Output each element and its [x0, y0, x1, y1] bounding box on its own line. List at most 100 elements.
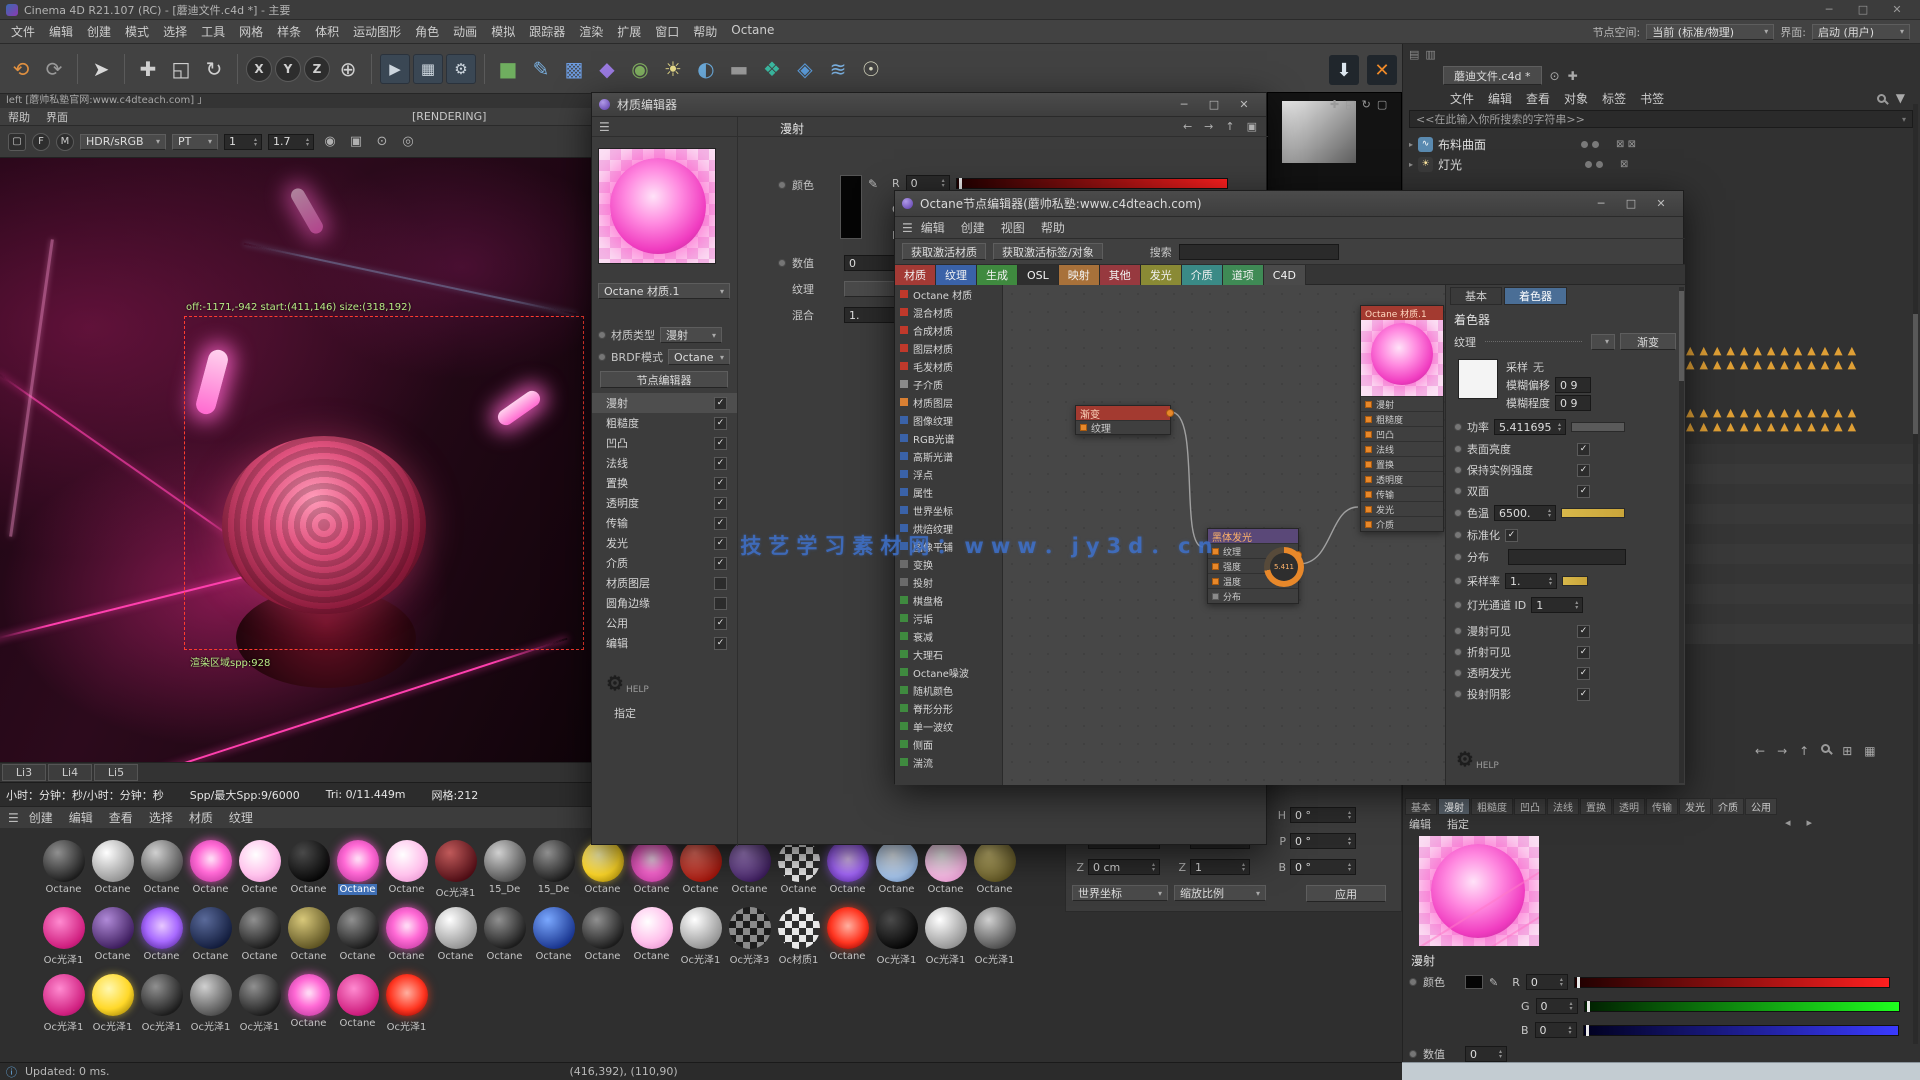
keyframe-triangle-icon[interactable]: ▲ [1794, 360, 1802, 370]
node-type-世界坐标[interactable]: 世界坐标 [895, 501, 1002, 519]
apply-button[interactable]: 应用 [1306, 885, 1386, 902]
node-category-道项[interactable]: 道项 [1223, 265, 1264, 285]
keyframe-triangle-icon[interactable]: ▲ [1780, 360, 1788, 370]
material-tile-Octane[interactable]: Octane [579, 907, 626, 966]
grid-icon[interactable]: ▦ [1864, 744, 1875, 758]
document-tab[interactable]: 蘑迪文件.c4d * [1443, 66, 1542, 85]
node-category-介质[interactable]: 介质 [1182, 265, 1223, 285]
keyframe-triangle-icon[interactable]: ▲ [1780, 422, 1788, 432]
light-icon[interactable]: ☀ [658, 52, 688, 86]
coord-pos-Z-field[interactable]: 0 cm [1088, 859, 1160, 875]
viewport-menu-help[interactable]: 帮助 [0, 109, 38, 125]
material-pin-粗糙度[interactable]: 粗糙度 [1361, 411, 1443, 426]
object-tag-icon[interactable]: ⊠ ⊠ [1616, 139, 1636, 150]
material-tile-Octane[interactable]: Octane [40, 840, 87, 899]
keyframe-triangle-icon[interactable]: ▲ [1794, 408, 1802, 418]
material-tile-Octane[interactable]: Octane [677, 840, 724, 899]
material-tile-Octane[interactable]: Octane [726, 840, 773, 899]
menu-item-工具[interactable]: 工具 [194, 23, 232, 40]
channel-checkbox[interactable] [714, 417, 727, 430]
live-selection-icon[interactable]: ➤ [86, 52, 116, 86]
channel-checkbox[interactable] [714, 457, 727, 470]
render-dot[interactable] [1596, 161, 1603, 168]
eyedropper-icon[interactable] [1489, 976, 1498, 989]
keyframe-triangle-icon[interactable]: ▲ [1740, 346, 1748, 356]
temperature-slider[interactable] [1561, 508, 1625, 518]
node-type-合成材质[interactable]: 合成材质 [895, 321, 1002, 339]
material-channel-介质[interactable]: 介质 [592, 553, 737, 573]
menu-item-体积[interactable]: 体积 [308, 23, 346, 40]
viewport-layer-tab-Li5[interactable]: Li5 [94, 764, 138, 781]
material-sphere[interactable] [43, 840, 85, 882]
material-sphere[interactable] [827, 907, 869, 949]
keyframe-triangle-icon[interactable]: ▲ [1713, 360, 1721, 370]
material-sphere[interactable] [239, 974, 281, 1016]
material-sphere[interactable] [827, 840, 869, 882]
material-channel-公用[interactable]: 公用 [592, 613, 737, 633]
keyframe-triangle-icon[interactable]: ▲ [1726, 408, 1734, 418]
material-tile-Oc光泽1[interactable]: Oc光泽1 [187, 974, 234, 1033]
node-space-select[interactable]: 当前 (标准/物理) [1646, 24, 1774, 40]
material-sphere[interactable] [239, 907, 281, 949]
material-pin-发光[interactable]: 发光 [1361, 501, 1443, 516]
anim-dot-icon[interactable] [1409, 978, 1417, 986]
redo-icon[interactable]: ⟳ [39, 52, 69, 86]
mb-menu-item-编辑[interactable]: 编辑 [61, 809, 101, 826]
node-type-图层材质[interactable]: 图层材质 [895, 339, 1002, 357]
aperture-icon[interactable]: ◉ [320, 134, 340, 149]
anim-dot-icon[interactable] [1454, 648, 1462, 656]
blackbody-emission-node[interactable]: 黑体发光 纹理强度温度分布 5.411 [1207, 528, 1299, 604]
投射阴影-checkbox[interactable] [1577, 688, 1590, 701]
attr-assign-tab[interactable]: 指定 [1447, 816, 1469, 832]
get-active-tag-button[interactable]: 获取激活标签/对象 [993, 243, 1103, 260]
material-tile-Octane[interactable]: Octane [334, 840, 381, 899]
node-category-纹理[interactable]: 纹理 [936, 265, 977, 285]
me-r-field[interactable]: 0 [906, 175, 950, 191]
render-dot[interactable] [1592, 141, 1599, 148]
menu-item-创建[interactable]: 创建 [80, 23, 118, 40]
material-editor-preview[interactable] [598, 148, 716, 264]
material-sphere[interactable] [876, 840, 918, 882]
material-sphere[interactable] [43, 907, 85, 949]
material-sphere[interactable] [386, 840, 428, 882]
coord-rot-B-field[interactable]: 0 ° [1290, 859, 1356, 875]
keyframe-triangle-icon[interactable]: ▲ [1780, 346, 1788, 356]
om-menu-item-查看[interactable]: 查看 [1519, 90, 1557, 107]
material-name-field[interactable]: Octane 材质.1 [598, 283, 730, 299]
attr-edit-tab[interactable]: 编辑 [1409, 816, 1431, 832]
region-icon[interactable]: ▢ [8, 133, 26, 151]
stepper-icon[interactable] [1566, 1025, 1572, 1035]
keyframe-triangle-icon[interactable]: ▲ [1821, 422, 1829, 432]
viewport-layer-tab-Li3[interactable]: Li3 [2, 764, 46, 781]
keyframe-triangle-icon[interactable]: ▲ [1713, 408, 1721, 418]
tab-cycle-icon[interactable]: ⊙ [1550, 69, 1560, 83]
material-sphere[interactable] [533, 840, 575, 882]
input-pin[interactable] [1080, 424, 1087, 431]
fit-icon[interactable]: ⊞ [1842, 744, 1852, 758]
material-tile-Octane[interactable]: Octane [334, 907, 381, 966]
input-pin[interactable] [1212, 578, 1219, 585]
intensity-dial[interactable]: 5.411 [1264, 547, 1304, 587]
node-search-input[interactable] [1179, 244, 1339, 260]
material-channel-凹凸[interactable]: 凹凸 [592, 433, 737, 453]
material-channel-法线[interactable]: 法线 [592, 453, 737, 473]
material-tile-Oc光泽1[interactable]: Oc光泽1 [236, 974, 283, 1033]
anim-dot-icon[interactable] [1454, 627, 1462, 635]
material-sphere[interactable] [582, 840, 624, 882]
material-sphere[interactable] [974, 907, 1016, 949]
fields-icon[interactable]: ◈ [790, 52, 820, 86]
mograph-cloner-icon[interactable]: ❖ [757, 52, 787, 86]
material-tile-Octane[interactable]: Octane [579, 840, 626, 899]
material-sphere[interactable] [92, 907, 134, 949]
menu-item-编辑[interactable]: 编辑 [42, 23, 80, 40]
kernel-select[interactable]: PT [172, 134, 218, 150]
inspector-tab-shader[interactable]: 着色器 [1504, 287, 1567, 305]
menu-item-运动图形[interactable]: 运动图形 [346, 23, 408, 40]
om-menu-item-书签[interactable]: 书签 [1633, 90, 1671, 107]
pan-icon[interactable]: ✚ [1330, 98, 1339, 111]
nav-up-icon[interactable]: ↑ [1225, 120, 1234, 133]
material-channel-传输[interactable]: 传输 [592, 513, 737, 533]
om-menu-item-文件[interactable]: 文件 [1443, 90, 1481, 107]
expand-icon[interactable]: ▸ [1409, 160, 1413, 169]
keyframe-triangle-icon[interactable]: ▲ [1740, 360, 1748, 370]
